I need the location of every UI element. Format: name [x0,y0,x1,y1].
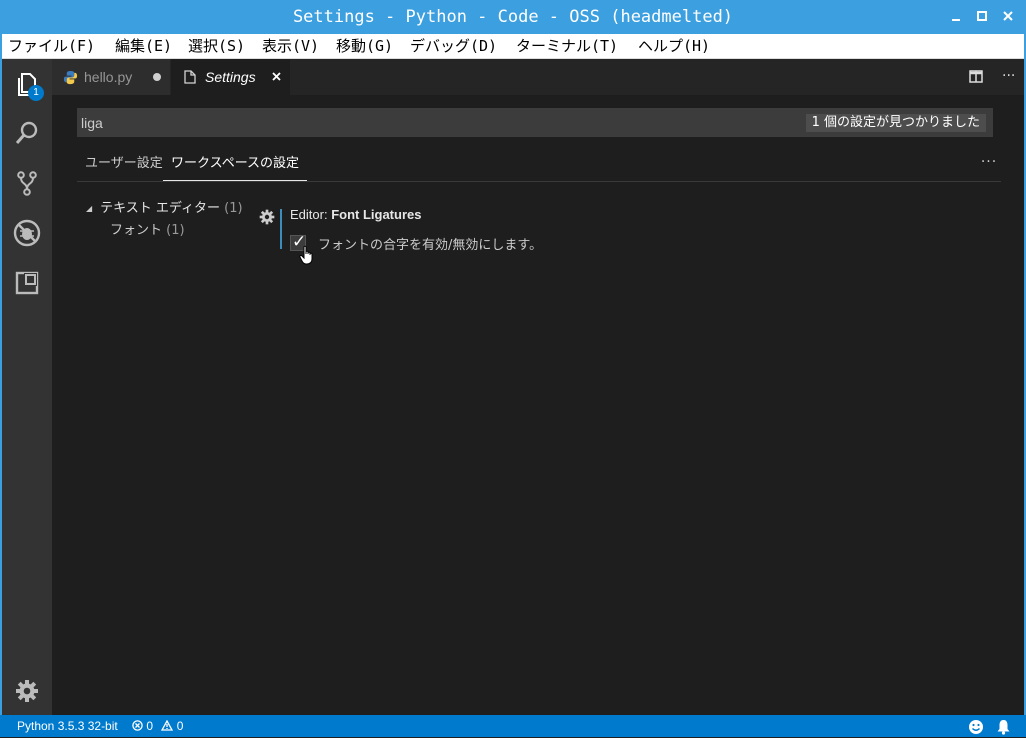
warning-count: 0 [176,719,184,733]
warning-icon [161,716,174,738]
tab-label: hello.py [84,69,133,85]
maximize-icon[interactable] [972,0,992,34]
menu-go[interactable]: 移動(G) [336,34,393,58]
setting-modified-indicator [280,209,282,249]
split-editor-icon[interactable] [969,70,983,83]
tab-hello-py[interactable]: hello.py [52,59,170,95]
window: Settings - Python - Code - OSS (headmelt… [0,0,1026,737]
python-file-icon [63,70,78,85]
more-actions-icon[interactable]: ··· [1002,69,1015,83]
settings-search-input[interactable] [77,108,801,137]
error-count: 0 [146,719,154,733]
setting-category: Editor: [290,207,332,222]
status-bar: Python 3.5.3 32-bit 0 0 [0,715,1026,737]
settings-more-icon[interactable]: ··· [977,149,1001,179]
toc-group-count: (1) [224,201,243,216]
error-icon [132,716,143,738]
tab-user-settings[interactable]: ユーザー設定 [85,149,163,180]
menu-view[interactable]: 表示(V) [262,34,319,58]
file-icon [184,70,196,84]
toc-group-text-editor[interactable]: ◢ テキスト エディター (1) [86,197,243,216]
feedback-smiley-icon[interactable] [968,715,984,737]
setting-title: Editor: Font Ligatures [290,207,421,222]
extensions-icon[interactable] [2,259,52,307]
debug-icon[interactable] [2,209,52,257]
problems-indicator[interactable]: 0 0 [132,715,183,737]
result-count-badge: 1 個の設定が見つかりました [805,114,986,132]
setting-description: フォントの合字を有効/無効にします。 [318,238,543,253]
toc-item-font[interactable]: フォント (1) [110,219,185,238]
modified-dot-icon[interactable] [153,73,161,81]
toc-item-count: (1) [166,223,185,238]
tab-label: Settings [205,69,256,85]
explorer-icon[interactable]: 1 [2,59,52,107]
tabs-bar: hello.py Settings ··· [52,59,1024,95]
minimize-icon[interactable] [946,0,966,34]
toc-group-label: テキスト エディター [100,201,220,216]
settings-search-box: 1 個の設定が見つかりました [77,108,993,137]
tab-workspace-settings[interactable]: ワークスペースの設定 [163,149,308,181]
window-title: Settings - Python - Code - OSS (headmelt… [292,7,734,27]
tab-settings[interactable]: Settings [171,59,290,95]
editor-area: hello.py Settings ··· liga 1 個の設定が見つかりまし… [52,59,1024,715]
manage-gear-icon[interactable] [2,667,52,715]
toc-item-label: フォント [110,223,163,238]
menu-selection[interactable]: 選択(S) [188,34,245,58]
menu-edit[interactable]: 編集(E) [115,34,172,58]
activity-bar: 1 [2,59,52,715]
search-icon[interactable] [2,109,52,157]
menu-debug[interactable]: デバッグ(D) [410,34,497,58]
close-icon[interactable] [998,0,1018,34]
hand-cursor-icon [299,245,315,269]
python-interpreter[interactable]: Python 3.5.3 32-bit [17,715,118,737]
title-bar: Settings - Python - Code - OSS (headmelt… [0,0,1026,34]
setting-gear-icon[interactable] [259,209,275,229]
settings-scope-tabs: ユーザー設定 ワークスペースの設定 ··· [77,149,1001,182]
expand-triangle-icon: ◢ [86,204,93,213]
setting-key: Font Ligatures [331,207,422,222]
explorer-badge: 1 [28,85,44,101]
menu-bar: ファイル(F) 編集(E) 選択(S) 表示(V) 移動(G) デバッグ(D) … [0,34,1026,59]
tab-close-icon[interactable] [272,72,281,81]
notifications-bell-icon[interactable] [996,715,1011,737]
menu-file[interactable]: ファイル(F) [8,34,95,58]
menu-terminal[interactable]: ターミナル(T) [516,34,618,58]
source-control-icon[interactable] [2,159,52,207]
menu-help[interactable]: ヘルプ(H) [638,34,710,58]
